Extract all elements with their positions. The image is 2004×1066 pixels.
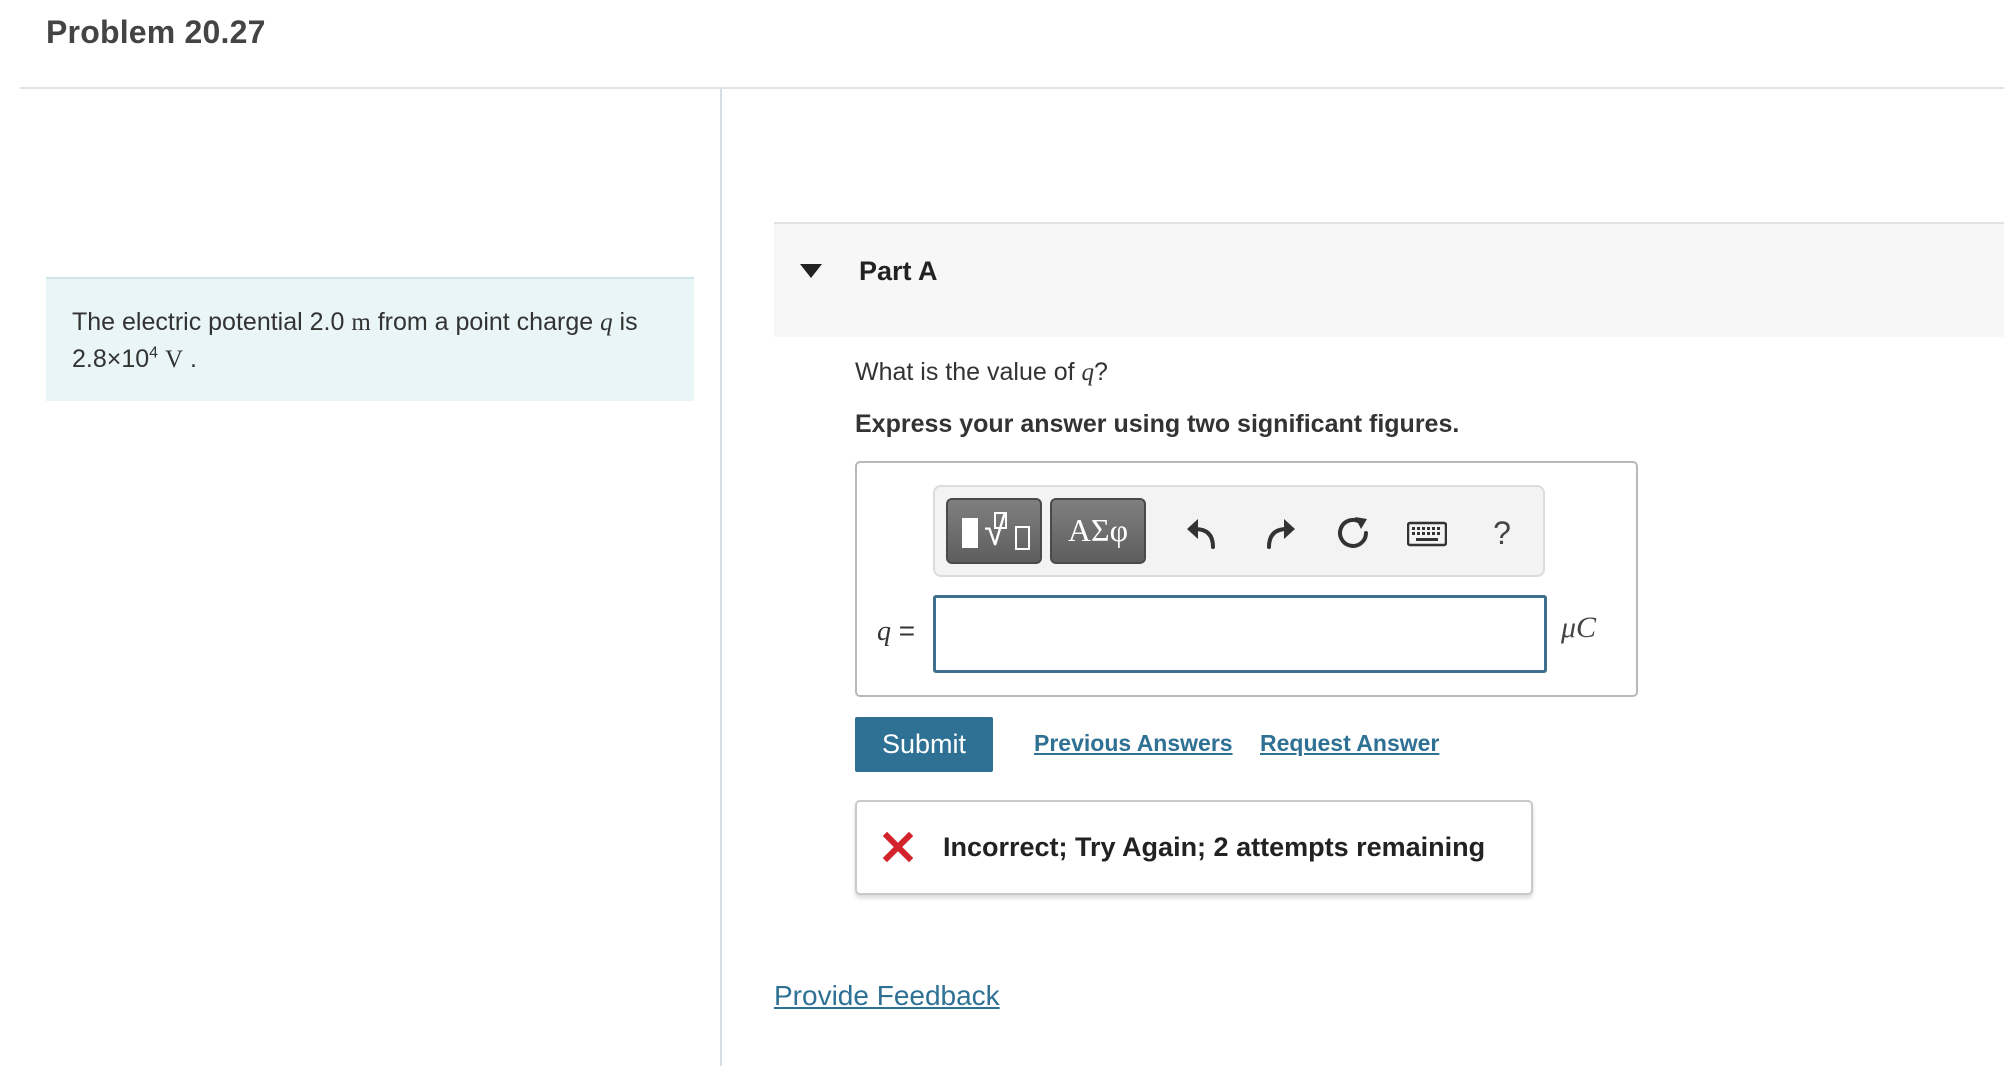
part-header[interactable]: Part A — [774, 222, 2004, 337]
intro-text: from a point charge — [370, 308, 601, 336]
answer-var-q: q — [877, 616, 891, 647]
part-title: Part A — [859, 256, 938, 286]
problem-title: Problem 20.27 — [46, 14, 266, 50]
question-var-q: q — [1081, 359, 1095, 386]
math-toolbar: √ ΑΣφ ? — [933, 485, 1545, 577]
answer-instruction: Express your answer using two significan… — [855, 410, 1460, 438]
problem-intro: The electric potential 2.0 m from a poin… — [46, 277, 694, 401]
template-radicand-box-icon — [1015, 526, 1030, 550]
intro-unit-v: V — [165, 346, 184, 373]
request-answer-link[interactable]: Request Answer — [1260, 730, 1439, 757]
intro-var-q: q — [600, 309, 613, 336]
previous-answers-link[interactable]: Previous Answers — [1034, 730, 1233, 757]
feedback-message: Incorrect; Try Again; 2 attempts remaini… — [943, 832, 1486, 862]
keyboard-icon[interactable] — [1407, 513, 1447, 553]
question-label: What is the value of — [855, 358, 1082, 386]
intro-text-end: . — [183, 345, 197, 373]
templates-button[interactable]: √ — [946, 498, 1042, 564]
template-block-icon — [962, 518, 978, 548]
feedback-box: Incorrect; Try Again; 2 attempts remaini… — [855, 800, 1533, 895]
intro-text: The electric potential 2.0 — [72, 308, 352, 336]
template-superscript-box-icon — [994, 512, 1007, 529]
column-divider — [720, 89, 722, 1066]
intro-exponent: 4 — [149, 344, 159, 362]
question-text: What is the value of q? — [855, 358, 1108, 387]
redo-icon[interactable] — [1259, 513, 1299, 553]
unit-label: μC — [1561, 611, 1597, 644]
help-icon[interactable]: ? — [1487, 513, 1517, 553]
answer-variable-label: q = — [877, 615, 915, 648]
question-end: ? — [1094, 358, 1108, 386]
intro-unit-m: m — [351, 309, 371, 336]
submit-button[interactable]: Submit — [855, 717, 993, 772]
symbols-button[interactable]: ΑΣφ — [1050, 498, 1146, 564]
answer-input[interactable] — [933, 595, 1547, 673]
answer-frame: √ ΑΣφ ? q = μC — [855, 461, 1638, 697]
reset-icon[interactable] — [1333, 513, 1373, 553]
collapse-triangle-icon[interactable] — [800, 264, 822, 278]
header-divider — [20, 87, 2004, 89]
incorrect-x-icon — [883, 832, 913, 862]
provide-feedback-link[interactable]: Provide Feedback — [774, 980, 1000, 1012]
answer-equals: = — [891, 615, 916, 646]
undo-icon[interactable] — [1183, 513, 1223, 553]
